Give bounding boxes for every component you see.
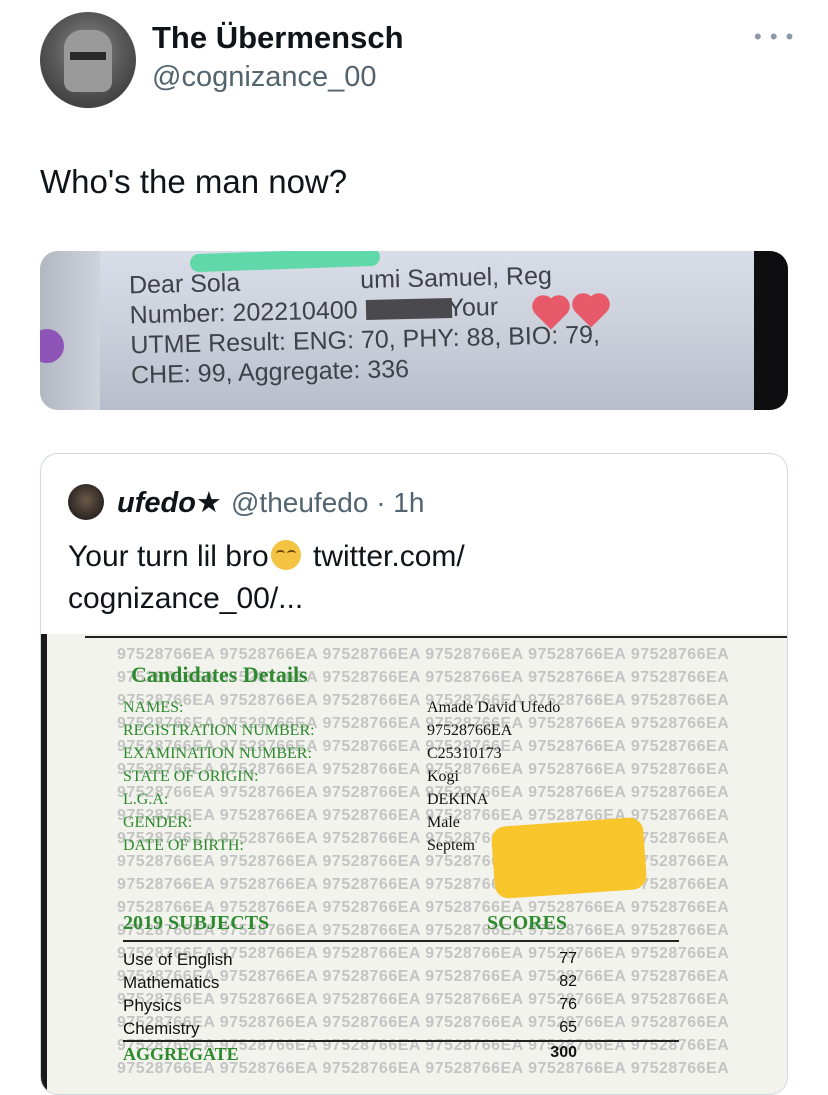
scores-header: SCORES [487,912,568,934]
field-label: EXAMINATION NUMBER: [123,745,312,762]
avatar-helmet-shape [64,30,112,92]
subject-name: Use of English [123,950,233,969]
field-value: C25310173 [427,745,502,762]
quoted-author-handle[interactable]: @theufedo · 1h [231,487,424,519]
subject-name: Physics [123,996,182,1015]
quoted-author-avatar[interactable] [68,484,104,520]
avatar-visor-shape [70,52,106,60]
table-header-rule [123,940,679,942]
watermark-text: 97528766EA 97528766EA 97528766EA 9752876… [117,784,730,801]
laughing-emoji-icon [270,540,301,570]
result-document-image[interactable]: 97528766EA 97528766EA 97528766EA 9752876… [41,634,787,1094]
field-value: Septem [427,837,475,854]
aggregate-rule [123,1040,679,1042]
watermark-text: 97528766EA 97528766EA 97528766EA 9752876… [117,991,730,1008]
author-avatar[interactable] [40,12,136,108]
field-value: Male [427,814,460,831]
sms-text-line: Your [447,292,499,323]
field-label: STATE OF ORIGIN: [123,768,259,785]
field-value: Kogi [427,768,459,785]
field-label: GENDER: [123,814,193,831]
quoted-tweet-text: Your turn lil bro twitter.com/ cognizanc… [68,536,628,620]
tweet-media-image[interactable]: Dear Sola umi Samuel, Reg Number: 2022104… [40,251,788,410]
aggregate-label: AGGREGATE [123,1044,239,1064]
field-label: NAMES: [123,699,184,716]
field-label: REGISTRATION NUMBER: [123,722,315,739]
aggregate-value: 300 [550,1044,577,1061]
author-name[interactable]: The Übermensch [152,20,404,56]
sms-text-line: Dear Sola [128,268,241,300]
sms-text-line: Number: 202210400 [129,296,358,330]
yellow-redaction-mark [490,816,648,900]
field-label: L.G.A: [123,791,169,808]
subject-score: 77 [559,950,577,967]
document-top-rule [85,636,787,638]
subject-score: 65 [559,1019,577,1036]
candidates-details-title: Candidates Details [131,662,308,687]
field-value: 97528766EA [427,722,513,739]
quoted-author-name[interactable]: ufedo★ [117,485,222,520]
sms-text-line: umi Samuel, Reg [359,261,553,295]
more-icon[interactable]: • • • [754,24,794,50]
field-label: DATE OF BIRTH: [123,837,244,854]
quoted-link-cont[interactable]: cognizance_00/... [68,582,303,615]
document-left-border [41,634,47,1094]
subject-name: Mathematics [123,973,220,992]
subjects-header: 2019 SUBJECTS [123,912,270,934]
subject-name: Chemistry [123,1019,200,1038]
watermark-text: 97528766EA 97528766EA 97528766EA 9752876… [117,692,730,709]
dark-redaction-mark [365,298,453,320]
field-value: Amade David Ufedo [427,699,561,716]
quoted-tweet-card[interactable]: ufedo★ @theufedo · 1h Your turn lil bro … [40,453,788,1095]
subject-score: 76 [559,996,577,1013]
tweet-text: Who's the man now? [40,163,348,200]
media-dark-edge [754,251,788,410]
sms-text-block: Dear Sola umi Samuel, Reg Number: 2022104… [129,260,601,391]
field-value: DEKINA [427,791,489,808]
watermark-text: 97528766EA 97528766EA 97528766EA 9752876… [117,1014,730,1031]
quoted-text-line: Your turn lil bro [68,540,269,573]
author-handle[interactable]: @cognizance_00 [152,61,377,94]
subject-score: 82 [559,973,577,990]
quoted-link[interactable]: twitter.com/ [313,540,465,573]
